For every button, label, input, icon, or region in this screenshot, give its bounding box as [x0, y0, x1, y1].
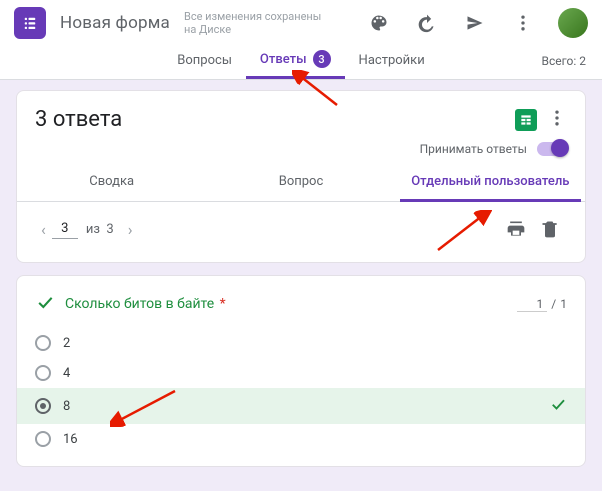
tab-settings[interactable]: Настройки: [345, 42, 439, 79]
tab-answers[interactable]: Ответы 3: [246, 42, 345, 79]
option-label: 4: [63, 366, 70, 381]
total-count: Всего: 2: [541, 54, 586, 68]
answer-option[interactable]: 16: [17, 424, 585, 454]
option-label: 8: [63, 399, 70, 414]
answers-badge: 3: [313, 50, 331, 68]
answer-option[interactable]: 4: [17, 358, 585, 388]
score-value[interactable]: 1: [517, 297, 547, 312]
tab-questions[interactable]: Вопросы: [163, 42, 246, 79]
pager-of-label: из 3: [78, 222, 122, 237]
radio-icon: [35, 365, 51, 381]
responses-card: 3 ответа Принимать ответы Сводка Вопрос …: [16, 90, 586, 263]
radio-icon: [35, 335, 51, 351]
more-icon[interactable]: [506, 6, 540, 40]
question-card: Сколько битов в байте * 1 / 1 2 4 8 16: [16, 275, 586, 467]
accept-responses-toggle[interactable]: [537, 142, 567, 156]
radio-icon: [35, 398, 51, 414]
print-icon[interactable]: [499, 212, 533, 246]
undo-icon[interactable]: [410, 6, 444, 40]
subtab-individual[interactable]: Отдельный пользователь: [396, 162, 585, 201]
option-label: 16: [63, 432, 78, 447]
required-mark: *: [216, 296, 226, 312]
answer-option[interactable]: 8: [17, 388, 585, 424]
pager-next[interactable]: ›: [122, 216, 139, 243]
delete-icon[interactable]: [533, 212, 567, 246]
accept-responses-label: Принимать ответы: [420, 142, 527, 156]
pager-prev[interactable]: ‹: [35, 216, 52, 243]
subtab-question[interactable]: Вопрос: [206, 162, 395, 201]
tab-answers-label: Ответы: [260, 52, 307, 67]
option-correct-icon: [549, 395, 567, 417]
option-label: 2: [63, 336, 70, 351]
radio-icon: [35, 431, 51, 447]
question-score: 1 / 1: [517, 297, 567, 312]
send-icon[interactable]: [458, 6, 492, 40]
correct-check-icon: [35, 292, 55, 316]
pager-current[interactable]: 3: [52, 219, 78, 239]
responses-heading: 3 ответа: [35, 107, 515, 132]
question-text: Сколько битов в байте *: [65, 296, 226, 312]
form-title[interactable]: Новая форма: [60, 13, 170, 33]
subtab-summary[interactable]: Сводка: [17, 162, 206, 201]
forms-app-icon[interactable]: [14, 7, 46, 39]
avatar[interactable]: [558, 8, 588, 38]
sheets-icon[interactable]: [515, 109, 537, 131]
theme-icon[interactable]: [362, 6, 396, 40]
answer-option[interactable]: 2: [17, 328, 585, 358]
responses-more-icon[interactable]: [547, 108, 567, 132]
save-status: Все изменения сохранены на Диске: [184, 10, 321, 36]
